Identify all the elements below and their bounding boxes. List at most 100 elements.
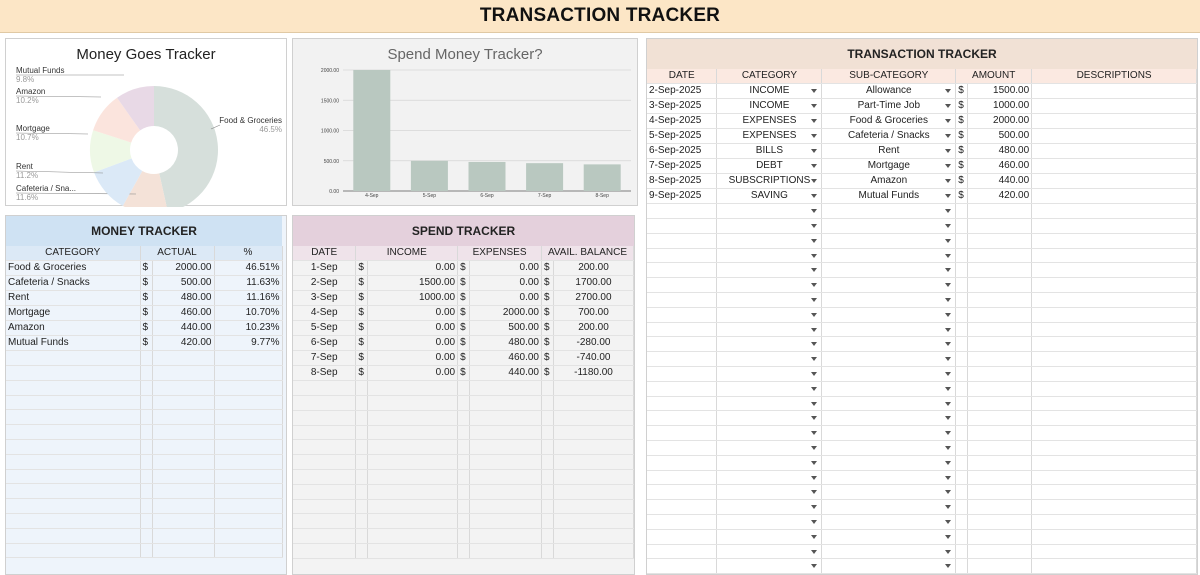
currency-cell[interactable]: $ (541, 260, 554, 277)
date-cell[interactable]: 3-Sep (293, 290, 357, 307)
balance-cell[interactable]: 200.00 (553, 260, 634, 277)
empty-cell[interactable] (355, 528, 369, 545)
tx-date-cell[interactable] (647, 544, 718, 560)
tx-amount-cell[interactable] (967, 381, 1033, 397)
empty-cell[interactable] (140, 380, 153, 396)
tx-category-dropdown[interactable] (716, 366, 823, 382)
balance-cell[interactable]: 200.00 (553, 320, 634, 337)
tx-amount-cell[interactable] (967, 322, 1033, 338)
empty-cell[interactable] (6, 409, 141, 426)
currency-cell[interactable]: $ (355, 335, 369, 352)
currency-cell[interactable] (955, 499, 969, 516)
tx-date-cell[interactable]: 8-Sep-2025 (647, 173, 718, 190)
tx-description-cell[interactable] (1031, 336, 1197, 353)
tx-description-cell[interactable] (1031, 425, 1197, 442)
actual-cell[interactable]: 420.00 (152, 335, 215, 352)
tx-category-dropdown[interactable] (716, 514, 823, 530)
tx-subcategory-dropdown[interactable]: Cafeteria / Snacks (821, 128, 957, 145)
currency-cell[interactable] (955, 544, 969, 560)
currency-cell[interactable]: $ (457, 275, 471, 292)
empty-cell[interactable] (293, 425, 357, 441)
tx-date-cell[interactable] (647, 484, 718, 501)
tx-amount-cell[interactable]: 2000.00 (967, 113, 1033, 130)
empty-cell[interactable] (367, 543, 459, 559)
tx-description-cell[interactable] (1031, 322, 1197, 338)
empty-cell[interactable] (367, 484, 459, 500)
currency-cell[interactable] (955, 336, 969, 353)
currency-cell[interactable] (955, 484, 969, 501)
tx-subcategory-dropdown[interactable] (821, 558, 957, 574)
currency-cell[interactable]: $ (541, 335, 554, 352)
currency-cell[interactable]: $ (355, 275, 369, 292)
percent-cell[interactable]: 10.70% (214, 305, 283, 322)
empty-cell[interactable] (457, 499, 471, 515)
tx-description-cell[interactable] (1031, 262, 1197, 279)
empty-cell[interactable] (541, 410, 554, 426)
tx-date-cell[interactable] (647, 396, 718, 412)
empty-cell[interactable] (214, 439, 283, 455)
empty-cell[interactable] (457, 410, 471, 426)
tx-amount-cell[interactable] (967, 233, 1033, 249)
tx-date-cell[interactable] (647, 366, 718, 382)
tx-subcategory-dropdown[interactable] (821, 499, 957, 516)
tx-date-cell[interactable] (647, 410, 718, 427)
tx-description-cell[interactable] (1031, 113, 1197, 130)
bar[interactable] (353, 70, 391, 191)
tx-date-cell[interactable] (647, 307, 718, 323)
tx-description-cell[interactable] (1031, 514, 1197, 530)
tx-subcategory-dropdown[interactable] (821, 233, 957, 249)
date-cell[interactable]: 5-Sep (293, 320, 357, 337)
tx-subcategory-dropdown[interactable] (821, 322, 957, 338)
tx-subcategory-dropdown[interactable]: Mutual Funds (821, 188, 957, 205)
empty-cell[interactable] (469, 439, 542, 456)
income-cell[interactable]: 1000.00 (367, 290, 459, 307)
tx-description-cell[interactable] (1031, 484, 1197, 501)
tx-description-cell[interactable] (1031, 292, 1197, 308)
tx-date-cell[interactable] (647, 203, 718, 220)
tx-category-dropdown[interactable] (716, 292, 823, 308)
empty-cell[interactable] (553, 499, 634, 515)
empty-cell[interactable] (541, 484, 554, 500)
tx-description-cell[interactable] (1031, 203, 1197, 220)
tx-subcategory-dropdown[interactable] (821, 381, 957, 397)
currency-cell[interactable]: $ (457, 365, 471, 382)
empty-cell[interactable] (355, 484, 369, 500)
empty-cell[interactable] (367, 395, 459, 411)
empty-cell[interactable] (152, 469, 215, 485)
empty-cell[interactable] (469, 528, 542, 545)
actual-cell[interactable]: 460.00 (152, 305, 215, 322)
empty-cell[interactable] (457, 513, 471, 530)
tx-category-dropdown[interactable]: DEBT (716, 158, 823, 175)
currency-cell[interactable]: $ (457, 290, 471, 307)
tx-amount-cell[interactable] (967, 336, 1033, 353)
tx-category-dropdown[interactable] (716, 218, 823, 234)
empty-cell[interactable] (553, 484, 634, 500)
tx-category-dropdown[interactable] (716, 440, 823, 456)
balance-cell[interactable]: 1700.00 (553, 275, 634, 292)
tx-description-cell[interactable] (1031, 98, 1197, 115)
tx-subcategory-dropdown[interactable] (821, 410, 957, 427)
empty-cell[interactable] (293, 469, 357, 485)
currency-cell[interactable]: $ (355, 365, 369, 382)
empty-cell[interactable] (214, 365, 283, 381)
empty-cell[interactable] (457, 543, 471, 559)
currency-cell[interactable]: $ (541, 320, 554, 337)
empty-cell[interactable] (6, 365, 141, 381)
tx-description-cell[interactable] (1031, 529, 1197, 545)
currency-cell[interactable] (955, 470, 969, 486)
balance-cell[interactable]: 700.00 (553, 305, 634, 322)
currency-cell[interactable]: $ (457, 260, 471, 277)
percent-cell[interactable]: 46.51% (214, 260, 283, 277)
tx-category-dropdown[interactable] (716, 381, 823, 397)
empty-cell[interactable] (140, 395, 153, 411)
bar[interactable] (468, 161, 506, 191)
bar[interactable] (583, 164, 621, 191)
tx-amount-cell[interactable] (967, 455, 1033, 471)
empty-cell[interactable] (355, 395, 369, 411)
empty-cell[interactable] (355, 410, 369, 426)
empty-cell[interactable] (367, 454, 459, 471)
empty-cell[interactable] (140, 498, 153, 515)
currency-cell[interactable]: $ (140, 305, 153, 322)
empty-cell[interactable] (457, 469, 471, 485)
tx-subcategory-dropdown[interactable] (821, 529, 957, 545)
